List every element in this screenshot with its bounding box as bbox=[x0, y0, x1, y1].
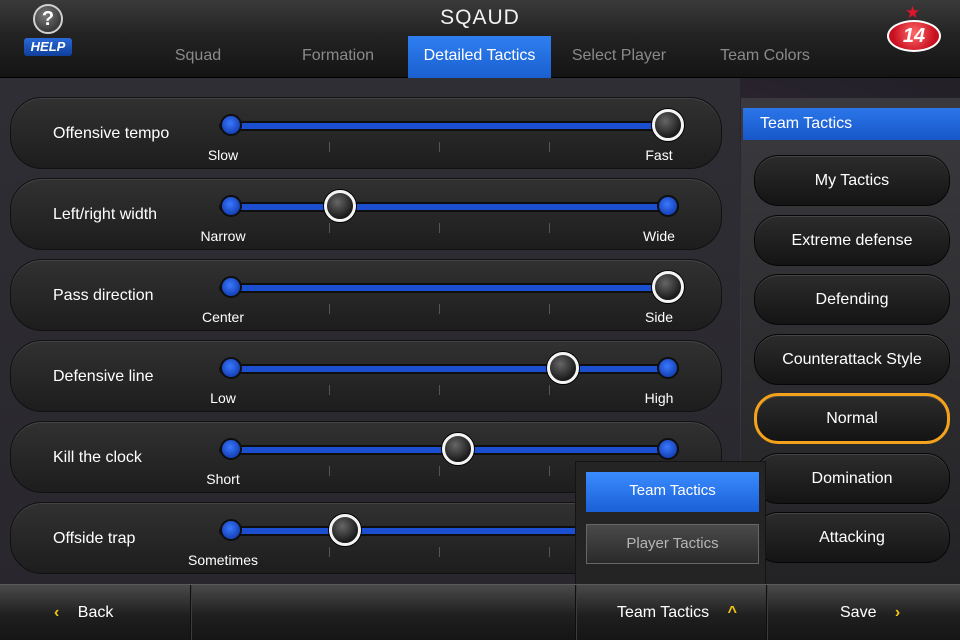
tick-mark bbox=[329, 304, 330, 314]
slider-thumb[interactable] bbox=[652, 109, 684, 141]
slider-label: Pass direction bbox=[53, 287, 154, 304]
track-start-dot bbox=[220, 276, 242, 298]
tab-squad[interactable]: Squad bbox=[128, 36, 268, 78]
slider-label: Offside trap bbox=[53, 530, 136, 547]
tactics-popup-menu: Team Tactics Player Tactics bbox=[575, 461, 766, 585]
tick-mark bbox=[439, 385, 440, 395]
slider-row-pass-direction: Pass direction Center Side bbox=[10, 259, 722, 331]
game-logo: 14 bbox=[887, 20, 941, 52]
slider-min-label: Sometimes bbox=[187, 552, 259, 568]
slider-label: Left/right width bbox=[53, 206, 158, 223]
chevron-right-icon: › bbox=[894, 604, 901, 621]
track-end-dot bbox=[657, 357, 679, 379]
slider-thumb[interactable] bbox=[324, 190, 357, 222]
slider-max-label: High bbox=[644, 390, 674, 406]
tick-mark bbox=[439, 466, 440, 476]
tactic-option-counterattack-style[interactable]: Counterattack Style bbox=[754, 334, 950, 385]
track-start-dot bbox=[220, 438, 242, 460]
slider-min-label: Narrow bbox=[200, 228, 246, 244]
save-button[interactable]: Save › bbox=[840, 585, 900, 640]
tab-team-colors[interactable]: Team Colors bbox=[687, 36, 843, 78]
slider-row-offensive-tempo: Offensive tempo Slow Fast bbox=[10, 97, 722, 169]
tactic-option-my-tactics[interactable]: My Tactics bbox=[754, 155, 950, 206]
tactic-option-domination[interactable]: Domination bbox=[754, 453, 950, 504]
tactic-option-extreme-defense[interactable]: Extreme defense bbox=[754, 215, 950, 266]
tick-mark bbox=[549, 466, 550, 476]
menu-label: Team Tactics bbox=[617, 604, 710, 621]
save-label: Save bbox=[840, 604, 877, 621]
slider-thumb[interactable] bbox=[328, 514, 361, 546]
toolbar-divider bbox=[190, 585, 192, 640]
track-start-dot bbox=[220, 195, 242, 217]
top-header: ? HELP SQAUD Squad Formation Detailed Ta… bbox=[0, 0, 960, 78]
slider-label: Offensive tempo bbox=[53, 125, 170, 142]
tab-select-player[interactable]: Select Player bbox=[551, 36, 687, 78]
slider-track[interactable] bbox=[221, 204, 669, 210]
slider-max-label: Fast bbox=[645, 147, 673, 163]
tick-mark bbox=[549, 385, 550, 395]
tick-mark bbox=[549, 547, 550, 557]
track-end-dot bbox=[657, 438, 679, 460]
help-label: HELP bbox=[24, 38, 72, 56]
slider-row-left-right-width: Left/right width Narrow Wide bbox=[10, 178, 722, 250]
tick-mark bbox=[439, 142, 440, 152]
slider-max-label: Wide bbox=[643, 228, 675, 244]
slider-label: Kill the clock bbox=[53, 449, 142, 466]
tactic-option-normal[interactable]: Normal bbox=[754, 393, 950, 444]
team-tactics-menu-button[interactable]: Team Tactics ^ bbox=[617, 585, 737, 640]
tick-mark bbox=[439, 304, 440, 314]
tab-bar: Squad Formation Detailed Tactics Select … bbox=[128, 36, 843, 78]
team-tactics-title: Team Tactics bbox=[743, 108, 960, 140]
slider-track[interactable] bbox=[221, 285, 669, 291]
slider-max-label: Side bbox=[644, 309, 674, 325]
back-label: Back bbox=[77, 604, 114, 621]
slider-min-label: Short bbox=[206, 471, 240, 487]
slider-label: Defensive line bbox=[53, 368, 154, 385]
slider-min-label: Low bbox=[210, 390, 236, 406]
slider-thumb[interactable] bbox=[442, 433, 475, 465]
tick-mark bbox=[549, 304, 550, 314]
toolbar-divider bbox=[766, 585, 768, 640]
chevron-left-icon: ‹ bbox=[54, 604, 60, 621]
tick-mark bbox=[329, 547, 330, 557]
tick-mark bbox=[329, 385, 330, 395]
track-start-dot bbox=[220, 114, 242, 136]
tick-mark bbox=[439, 223, 440, 233]
slider-min-label: Center bbox=[201, 309, 245, 325]
tick-mark bbox=[329, 142, 330, 152]
tab-detailed-tactics[interactable]: Detailed Tactics bbox=[408, 36, 551, 78]
tick-mark bbox=[439, 547, 440, 557]
tick-mark bbox=[549, 142, 550, 152]
track-start-dot bbox=[220, 519, 242, 541]
tick-mark bbox=[329, 466, 330, 476]
slider-min-label: Slow bbox=[207, 147, 239, 163]
team-tactics-panel: Team Tactics My Tactics Extreme defense … bbox=[741, 98, 960, 584]
tab-formation[interactable]: Formation bbox=[268, 36, 408, 78]
tactic-option-defending[interactable]: Defending bbox=[754, 274, 950, 325]
track-end-dot bbox=[657, 195, 679, 217]
tick-mark bbox=[549, 223, 550, 233]
toolbar-divider bbox=[575, 585, 577, 640]
popup-item-player-tactics[interactable]: Player Tactics bbox=[586, 524, 759, 564]
bottom-toolbar: ‹ Back Team Tactics ^ Save › bbox=[0, 584, 960, 640]
slider-row-defensive-line: Defensive line Low High bbox=[10, 340, 722, 412]
slider-thumb[interactable] bbox=[547, 352, 580, 384]
track-start-dot bbox=[220, 357, 242, 379]
tactic-option-attacking[interactable]: Attacking bbox=[754, 512, 950, 563]
page-title: SQAUD bbox=[440, 6, 520, 29]
slider-track[interactable] bbox=[221, 123, 669, 129]
tick-mark bbox=[329, 223, 330, 233]
back-button[interactable]: ‹ Back bbox=[54, 585, 113, 640]
slider-track[interactable] bbox=[221, 366, 669, 372]
popup-item-team-tactics[interactable]: Team Tactics bbox=[586, 472, 759, 512]
slider-thumb[interactable] bbox=[652, 271, 684, 303]
chevron-up-icon: ^ bbox=[727, 604, 737, 621]
